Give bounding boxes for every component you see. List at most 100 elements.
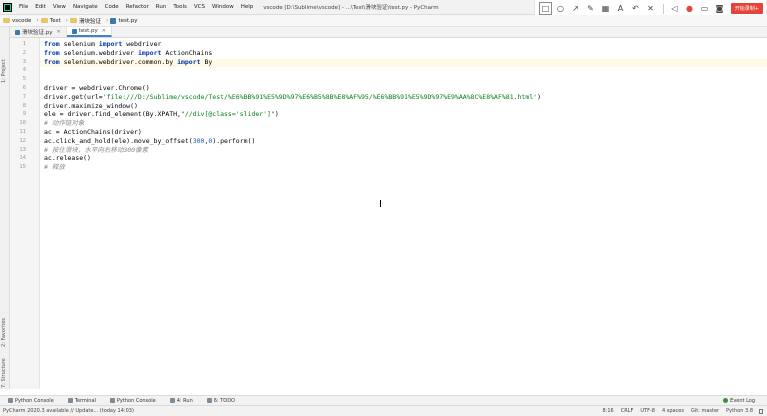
line-number: 11 bbox=[19, 129, 26, 135]
code-line[interactable]: # 按住滑块，水平向右移动300像素 bbox=[44, 146, 148, 155]
menu-code[interactable]: Code bbox=[105, 4, 119, 10]
breadcrumb-item-test[interactable]: Test bbox=[40, 17, 61, 24]
code-line[interactable]: driver.maximize_window() bbox=[44, 102, 138, 111]
arrow-icon[interactable]: ↗ bbox=[569, 2, 582, 15]
breadcrumb-item-file[interactable]: test.py bbox=[110, 17, 138, 24]
line-number: 3 bbox=[22, 58, 26, 65]
line-number: 13 bbox=[19, 146, 26, 153]
menu-run[interactable]: Run bbox=[156, 4, 167, 10]
text-icon[interactable]: A bbox=[614, 2, 627, 15]
line-number: 5 bbox=[22, 76, 26, 83]
line-number: 4 bbox=[22, 67, 26, 74]
code-line[interactable]: ac.click_and_hold(ele).move_by_offset(30… bbox=[44, 137, 255, 146]
breadcrumb: vscode › Test › 滑块验证 › test.py bbox=[0, 15, 767, 27]
tab-todo[interactable]: 6: TODO bbox=[206, 397, 235, 404]
menu-vcs[interactable]: VCS bbox=[194, 4, 205, 10]
menu-refactor[interactable]: Refactor bbox=[126, 4, 149, 10]
line-number: 2 bbox=[22, 49, 26, 56]
breadcrumb-label: vscode bbox=[12, 17, 32, 24]
breadcrumb-label: Test bbox=[49, 17, 61, 24]
folder-icon bbox=[70, 18, 78, 23]
code-line[interactable]: # 动作链对象 bbox=[44, 119, 84, 128]
pen-icon[interactable]: ✎ bbox=[584, 2, 597, 15]
tab-run[interactable]: 4: Run bbox=[169, 398, 193, 404]
code-line[interactable]: ac = ActionChains(driver) bbox=[44, 128, 142, 137]
code-line[interactable]: ac.release() bbox=[44, 154, 91, 163]
indent-setting[interactable]: 4 spaces bbox=[662, 408, 684, 414]
toolbar-divider bbox=[663, 3, 664, 14]
tab-slider-py[interactable]: 滑块验证.py ✕ bbox=[10, 27, 67, 37]
line-number: 7 bbox=[22, 93, 26, 100]
delete-icon[interactable]: ✕ bbox=[644, 2, 657, 15]
console-icon bbox=[109, 398, 115, 403]
code-line[interactable]: driver.get(url='file:///D:/Sublime/vscod… bbox=[44, 93, 541, 102]
mosaic-icon[interactable]: ▦ bbox=[599, 2, 612, 15]
camera-icon[interactable]: ◙ bbox=[713, 2, 726, 15]
code-line[interactable]: ele = driver.find_element(By.XPATH,"//di… bbox=[44, 110, 279, 119]
status-message[interactable]: PyCharm 2020.3 available // Update... (t… bbox=[3, 408, 134, 414]
python-file-icon bbox=[71, 28, 77, 34]
status-widgets: 8:16 CRLF UTF-8 4 spaces Git: master Pyt… bbox=[595, 408, 763, 414]
line-number: 15 bbox=[19, 164, 26, 171]
bottom-tab-label: 6: TODO bbox=[213, 397, 235, 404]
console-icon bbox=[8, 398, 13, 403]
menu-tools[interactable]: Tools bbox=[173, 4, 187, 10]
terminal-icon bbox=[67, 398, 73, 403]
text-cursor bbox=[380, 200, 381, 207]
chevron-right-icon: › bbox=[106, 17, 109, 24]
structure-tool-tab[interactable]: 7: Structure bbox=[1, 352, 9, 388]
tab-test-py[interactable]: test.py ✕ bbox=[66, 27, 112, 37]
mic-icon[interactable]: ● bbox=[683, 2, 696, 15]
breadcrumb-item-slider[interactable]: 滑块验证 bbox=[70, 17, 101, 25]
undo-icon[interactable]: ↶ bbox=[629, 2, 642, 15]
line-number: 1 bbox=[22, 41, 26, 47]
bottom-tab-label: Python Console bbox=[15, 397, 54, 404]
favorites-tool-tab[interactable]: 2: Favorites bbox=[1, 307, 9, 347]
todo-icon bbox=[206, 398, 212, 403]
event-log-label: Event Log bbox=[730, 397, 755, 404]
record-button[interactable]: 开始录制+ bbox=[730, 3, 763, 14]
line-number: 8 bbox=[22, 102, 26, 109]
project-tool-tab[interactable]: 1: Project bbox=[1, 35, 9, 83]
code-line[interactable]: from selenium.webdriver import ActionCha… bbox=[44, 49, 212, 58]
lock-icon[interactable] bbox=[759, 408, 763, 414]
menu-view[interactable]: View bbox=[53, 4, 66, 10]
bottom-tab-label: Python Console bbox=[116, 397, 156, 404]
circle-icon[interactable]: ○ bbox=[554, 2, 567, 15]
menu-help[interactable]: Help bbox=[241, 4, 254, 10]
breadcrumb-label: test.py bbox=[118, 17, 138, 24]
menu-file[interactable]: File bbox=[19, 4, 28, 10]
tab-python-console[interactable]: Python Console bbox=[8, 398, 54, 404]
code-line[interactable]: from selenium import webdriver bbox=[44, 40, 161, 49]
bottom-tool-tabs: Python Console Terminal Python Console 4… bbox=[0, 395, 767, 405]
left-tool-strip: 1: Project 2: Favorites 7: Structure bbox=[0, 27, 10, 389]
close-icon[interactable]: ✕ bbox=[102, 28, 106, 34]
speaker-icon[interactable]: ◁ bbox=[668, 2, 681, 15]
tab-python-console-2[interactable]: Python Console bbox=[109, 397, 156, 404]
screen-icon[interactable]: ▭ bbox=[698, 2, 711, 15]
python-file-icon bbox=[15, 29, 20, 35]
code-line[interactable]: # 释放 bbox=[44, 163, 65, 172]
run-icon bbox=[169, 398, 175, 403]
python-interpreter[interactable]: Python 3.8 bbox=[726, 408, 753, 414]
line-number-gutter: 1 2 3 4 5 6 7 8 9 10 11 12 13 14 15 bbox=[10, 38, 40, 389]
rectangle-icon[interactable]: □ bbox=[539, 2, 552, 15]
line-number: 12 bbox=[19, 137, 26, 144]
python-file-icon bbox=[110, 17, 117, 24]
event-log-button[interactable]: Event Log bbox=[723, 398, 755, 404]
menu-navigate[interactable]: Navigate bbox=[73, 4, 98, 10]
breadcrumb-item-vscode[interactable]: vscode bbox=[3, 18, 31, 24]
chevron-right-icon: › bbox=[36, 17, 39, 24]
file-encoding[interactable]: UTF-8 bbox=[640, 408, 655, 414]
line-separator[interactable]: CRLF bbox=[621, 408, 634, 414]
caret-position[interactable]: 8:16 bbox=[602, 408, 613, 414]
close-icon[interactable]: ✕ bbox=[57, 29, 61, 35]
menu-window[interactable]: Window bbox=[212, 4, 234, 10]
code-line[interactable]: driver = webdriver.Chrome() bbox=[44, 84, 150, 93]
code-line[interactable]: from selenium.webdriver.common.by import… bbox=[44, 58, 212, 67]
folder-icon bbox=[40, 18, 48, 23]
menu-edit[interactable]: Edit bbox=[35, 4, 46, 10]
bottom-tab-label: Terminal bbox=[74, 397, 96, 404]
vcs-branch[interactable]: Git: master bbox=[691, 408, 719, 414]
tab-terminal[interactable]: Terminal bbox=[67, 397, 96, 404]
